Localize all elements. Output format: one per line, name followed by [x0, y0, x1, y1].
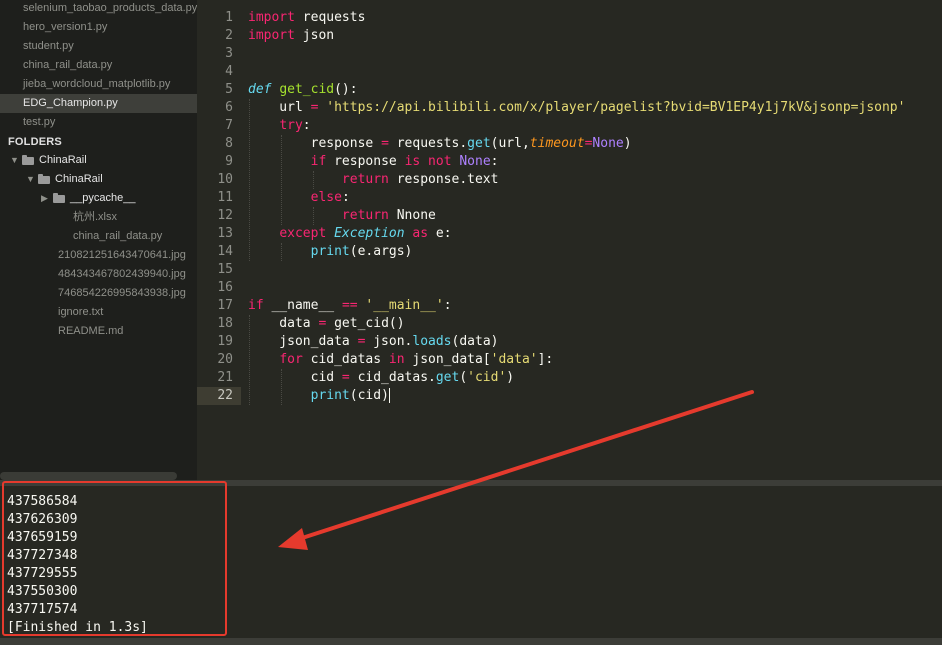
annotation-arrow [278, 390, 754, 550]
arrow-head-icon [278, 528, 308, 550]
arrow-shaft [294, 390, 754, 542]
